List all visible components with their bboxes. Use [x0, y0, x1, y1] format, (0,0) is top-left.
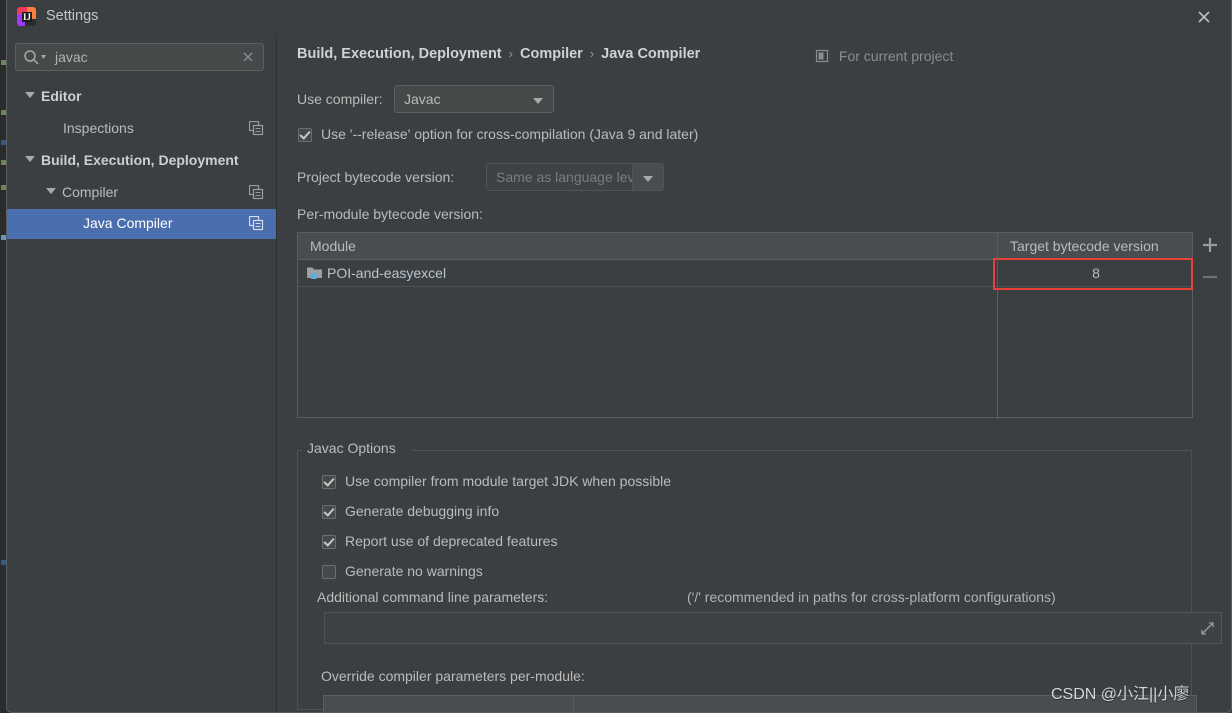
project-bytecode-label: Project bytecode version: — [297, 169, 455, 185]
column-header-module[interactable]: Module — [310, 238, 356, 254]
intellij-idea-icon: IJ — [17, 7, 36, 26]
sidebar-item-label: Build, Execution, Deployment — [41, 152, 239, 168]
project-bytecode-value: Same as language level — [496, 169, 646, 185]
generate-debugging-info-label[interactable]: Generate debugging info — [345, 503, 499, 519]
scope-label: For current project — [838, 48, 954, 64]
breadcrumb-item-2: Java Compiler — [601, 46, 701, 62]
breadcrumb: Build, Execution, Deployment › Compiler › Ja… — [297, 46, 700, 62]
search-input[interactable]: javac — [15, 43, 264, 71]
module-folder-icon — [307, 266, 323, 283]
search-input-value: javac — [55, 49, 88, 65]
per-module-bytecode-label: Per-module bytecode version: — [297, 206, 483, 222]
cell-target-bytecode-version[interactable]: 8 — [998, 265, 1194, 281]
window-title: Settings — [46, 8, 99, 24]
table-header: Module Target bytecode version — [298, 233, 1192, 260]
settings-dialog: IJ Settings javac Editor Inspections Bui… — [6, 0, 1232, 713]
svg-text:IJ: IJ — [23, 12, 32, 22]
use-compiler-label: Use compiler: — [297, 91, 383, 107]
sidebar-item-compiler[interactable]: Compiler — [7, 180, 276, 206]
per-module-bytecode-table: Module Target bytecode version POI-and-e… — [297, 232, 1193, 419]
generate-debugging-info-checkbox[interactable] — [322, 505, 336, 519]
chevron-down-icon[interactable] — [25, 156, 35, 162]
add-override-module-button[interactable] — [1199, 709, 1221, 712]
generate-no-warnings-label[interactable]: Generate no warnings — [345, 563, 483, 579]
sidebar-item-build-execution-deployment[interactable]: Build, Execution, Deployment — [7, 148, 276, 174]
column-divider[interactable] — [573, 696, 574, 712]
use-compiler-from-module-jdk-checkbox[interactable] — [322, 475, 336, 489]
javac-options-title: Javac Options — [303, 440, 400, 456]
breadcrumb-item-1[interactable]: Compiler — [520, 46, 583, 62]
scope-project-icon — [815, 49, 833, 66]
sidebar-item-label: Compiler — [62, 184, 119, 200]
report-deprecated-features-checkbox[interactable] — [322, 535, 336, 549]
project-bytecode-dropdown[interactable]: Same as language level — [486, 163, 664, 191]
sidebar-item-label: Editor — [41, 88, 82, 104]
chevron-down-icon — [643, 176, 653, 182]
column-header-target-bytecode-version[interactable]: Target bytecode version — [1010, 238, 1159, 254]
watermark: CSDN @小江||小廖 — [1051, 686, 1190, 703]
sidebar-item-java-compiler[interactable]: Java Compiler — [7, 209, 276, 239]
override-compiler-params-label: Override compiler parameters per-module: — [321, 668, 585, 684]
copy-settings-icon[interactable] — [248, 184, 264, 203]
settings-sidebar: javac Editor Inspections Build, Executio… — [7, 34, 277, 712]
chevron-down-icon — [533, 98, 543, 104]
use-compiler-value: Javac — [404, 91, 441, 107]
breadcrumb-separator: › — [589, 46, 595, 61]
add-module-button[interactable] — [1199, 234, 1221, 259]
generate-no-warnings-checkbox[interactable] — [322, 565, 336, 579]
report-deprecated-features-label[interactable]: Report use of deprecated features — [345, 533, 557, 549]
additional-params-input[interactable] — [324, 612, 1222, 644]
search-icon[interactable] — [23, 49, 47, 68]
release-option-label[interactable]: Use '--release' option for cross-compila… — [321, 126, 698, 142]
breadcrumb-separator: › — [508, 46, 513, 61]
additional-params-hint: ('/' recommended in paths for cross-plat… — [687, 589, 1056, 605]
cell-module-name: POI-and-easyexcel — [327, 265, 447, 281]
use-compiler-dropdown[interactable]: Javac — [394, 85, 554, 113]
table-row[interactable]: POI-and-easyexcel 8 — [298, 260, 1192, 287]
additional-params-label: Additional command line parameters: — [317, 589, 549, 605]
chevron-down-icon[interactable] — [25, 92, 35, 98]
use-compiler-from-module-jdk-label[interactable]: Use compiler from module target JDK when… — [345, 473, 671, 489]
expand-icon[interactable] — [1200, 621, 1215, 639]
clear-icon[interactable] — [241, 50, 255, 67]
copy-settings-icon[interactable] — [248, 215, 264, 234]
sidebar-item-inspections[interactable]: Inspections — [7, 116, 276, 142]
copy-settings-icon[interactable] — [248, 120, 264, 139]
close-icon[interactable] — [1191, 5, 1217, 29]
breadcrumb-item-0[interactable]: Build, Execution, Deployment — [297, 46, 502, 62]
sidebar-item-label: Java Compiler — [83, 215, 173, 231]
release-option-checkbox[interactable] — [298, 128, 312, 142]
sidebar-item-editor[interactable]: Editor — [7, 84, 276, 110]
remove-module-button[interactable] — [1199, 266, 1221, 291]
title-bar: IJ Settings — [7, 0, 1231, 34]
sidebar-item-label: Inspections — [63, 120, 134, 136]
chevron-down-icon[interactable] — [46, 188, 56, 194]
scope-selector[interactable]: For current project — [815, 48, 953, 66]
